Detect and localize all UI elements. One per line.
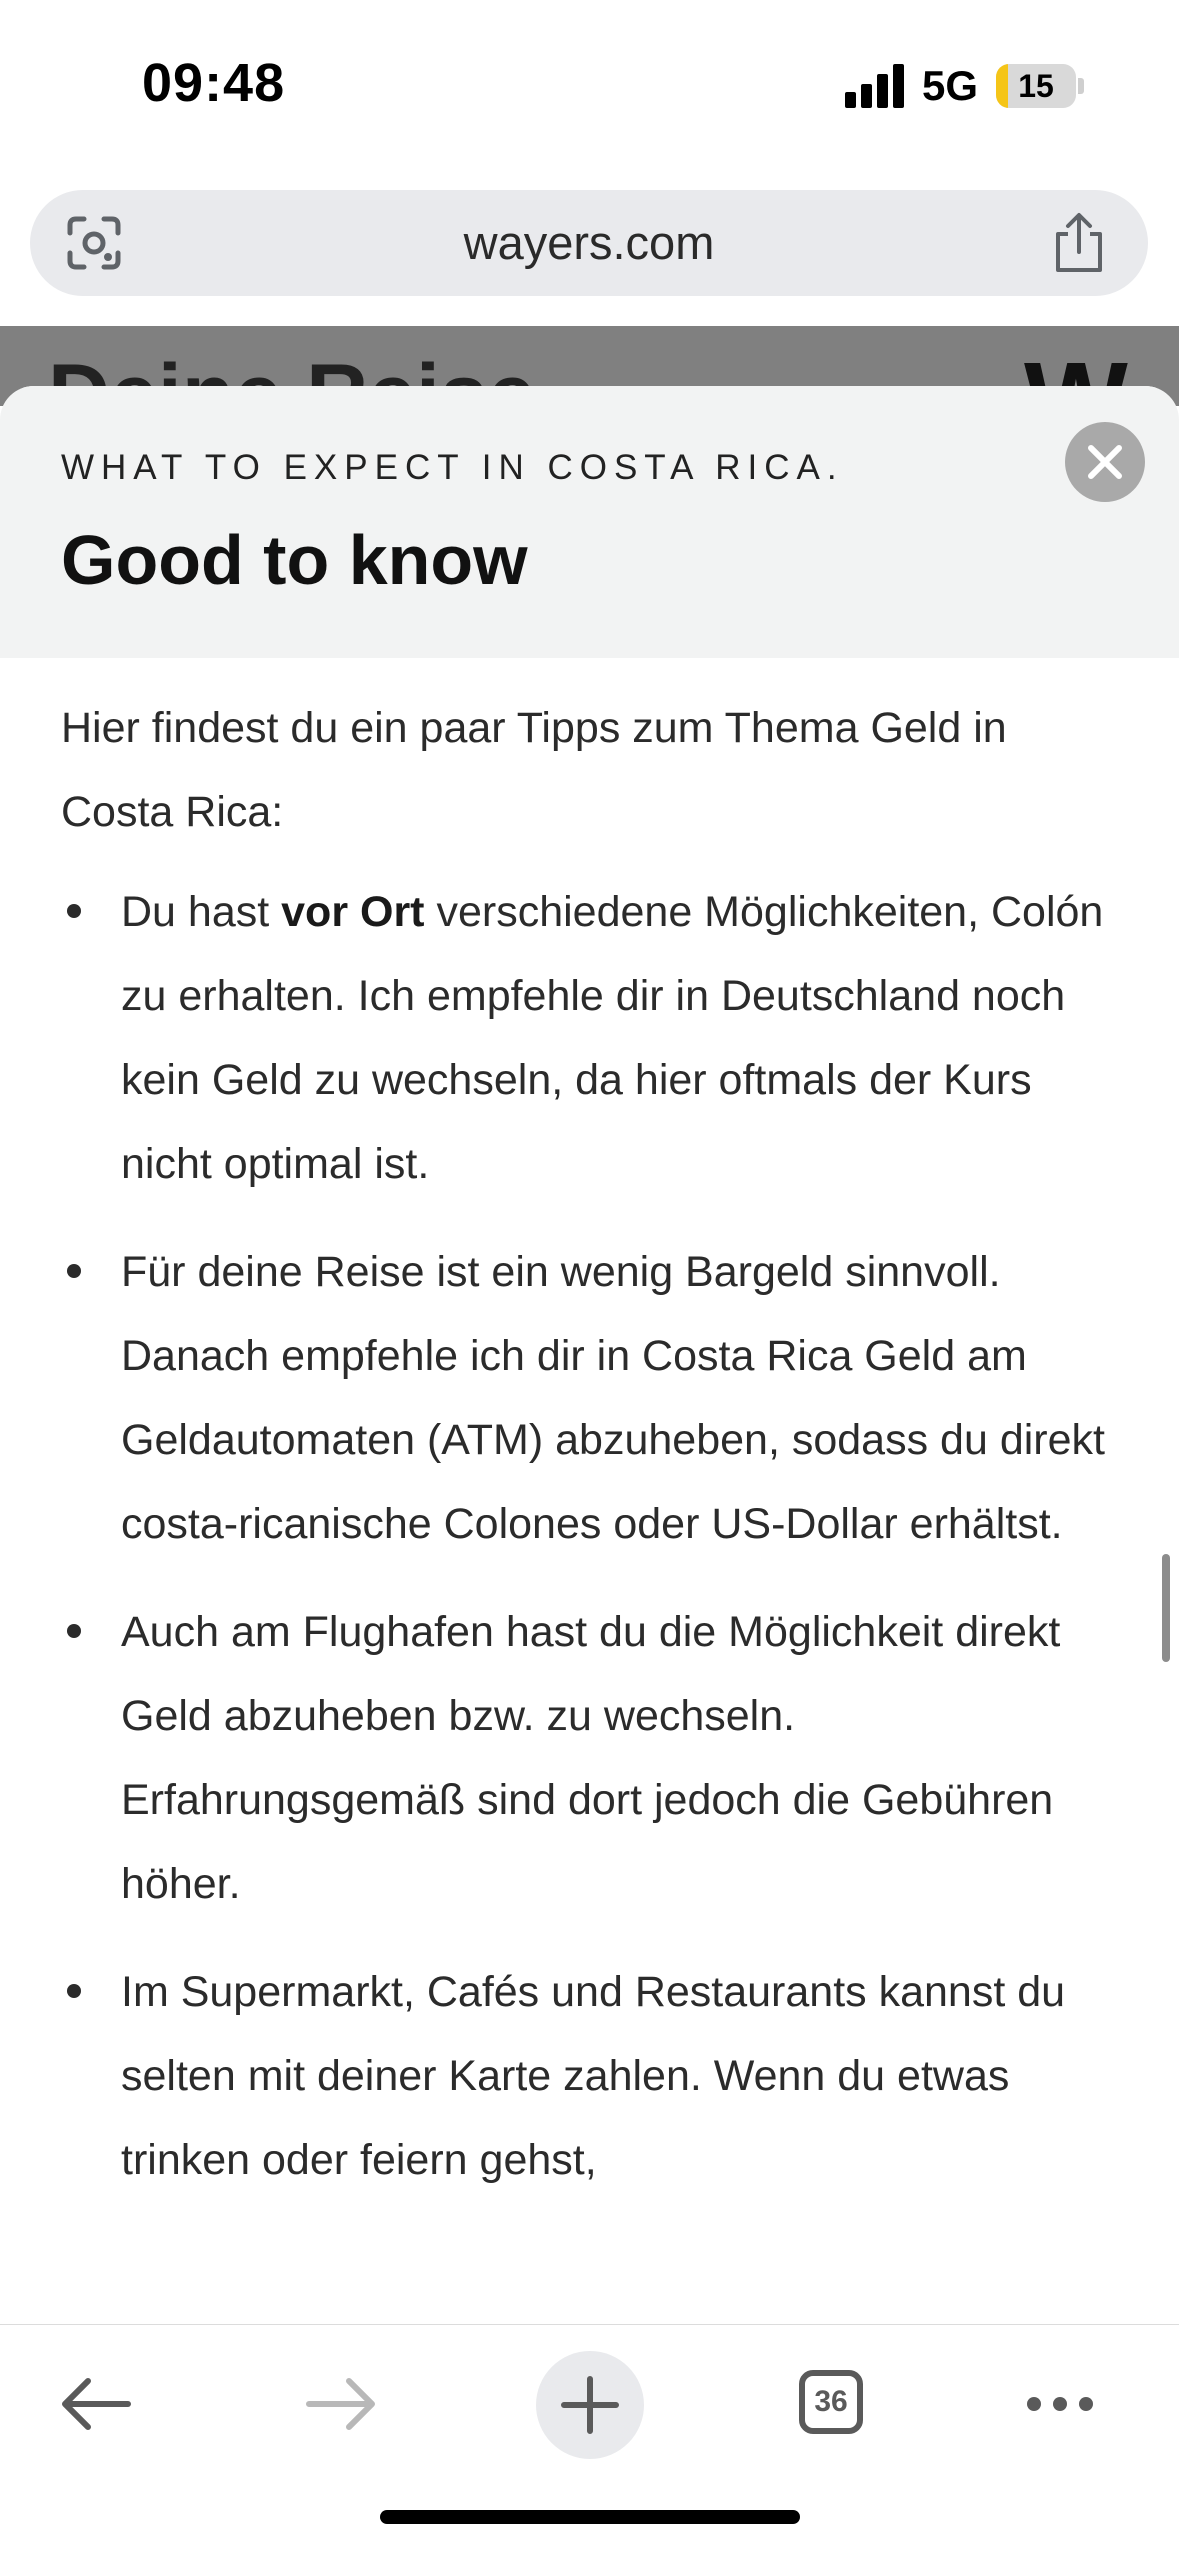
back-arrow-icon[interactable] xyxy=(58,2369,134,2439)
list-item: Für deine Reise ist ein wenig Bargeld si… xyxy=(61,1230,1121,1566)
tabs-button[interactable]: 36 xyxy=(799,2370,863,2434)
sheet-content: Hier findest du ein paar Tipps zum Thema… xyxy=(61,686,1121,2226)
scrollbar[interactable] xyxy=(1162,1554,1170,1662)
tip-text: Im Supermarkt, Cafés und Restaurants kan… xyxy=(121,1968,1066,2184)
bullet xyxy=(67,1264,81,1278)
battery-icon: 15 xyxy=(996,64,1076,108)
tip-bold-text: vor Ort xyxy=(281,888,425,936)
tip-text: Für deine Reise ist ein wenig Bargeld si… xyxy=(121,1248,1105,1548)
more-icon[interactable] xyxy=(1024,2381,1096,2427)
tip-text: Auch am Flughafen hast du die Möglichkei… xyxy=(121,1608,1061,1908)
battery-cap xyxy=(1078,78,1084,94)
share-icon[interactable] xyxy=(1050,212,1108,274)
sheet-header: WHAT TO EXPECT IN COSTA RICA. Good to kn… xyxy=(0,386,1179,658)
battery-level: 15 xyxy=(1018,68,1054,104)
list-item: Im Supermarkt, Cafés und Restaurants kan… xyxy=(61,1950,1121,2202)
close-button[interactable] xyxy=(1065,422,1145,502)
plus-icon xyxy=(561,2376,619,2434)
address-bar[interactable]: wayers.com xyxy=(30,190,1148,296)
good-to-know-sheet: WHAT TO EXPECT IN COSTA RICA. Good to kn… xyxy=(0,386,1179,2324)
home-indicator xyxy=(380,2510,800,2524)
new-tab-button[interactable] xyxy=(536,2351,644,2459)
forward-arrow-icon[interactable] xyxy=(303,2369,379,2439)
intro-text: Hier findest du ein paar Tipps zum Thema… xyxy=(61,704,1007,836)
list-item: Du hast vor Ort verschiedene Möglichkeit… xyxy=(61,870,1121,1206)
sheet-title: Good to know xyxy=(61,521,528,599)
status-time: 09:48 xyxy=(142,53,286,113)
list-item: Auch am Flughafen hast du die Möglichkei… xyxy=(61,1590,1121,1926)
tips-list: Du hast vor Ort verschiedene Möglichkeit… xyxy=(61,870,1121,2202)
cellular-signal-icon xyxy=(845,64,904,108)
bullet xyxy=(67,1984,81,1998)
network-type: 5G xyxy=(922,62,979,109)
bullet xyxy=(67,1624,81,1638)
sheet-eyebrow: WHAT TO EXPECT IN COSTA RICA. xyxy=(61,448,844,487)
status-bar: 09:48 5G 15 xyxy=(0,0,1179,170)
bullet xyxy=(67,904,81,918)
close-icon xyxy=(1088,445,1122,479)
url-text[interactable]: wayers.com xyxy=(30,190,1148,296)
tab-count: 36 xyxy=(814,2385,848,2418)
tip-text: Du hast xyxy=(121,888,282,936)
